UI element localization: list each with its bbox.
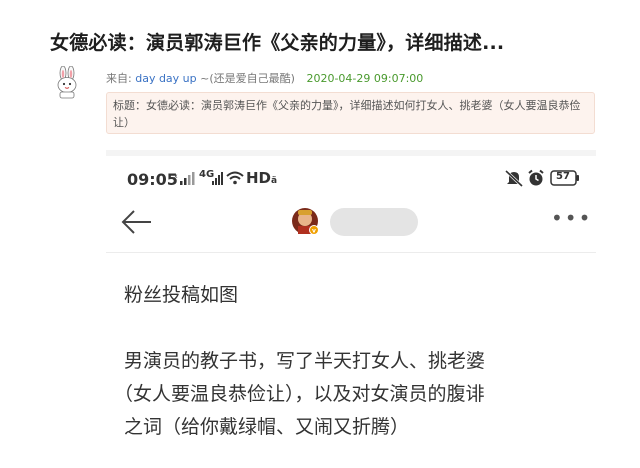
more-options-icon[interactable]: ••• bbox=[551, 206, 592, 230]
author-link[interactable]: day day up bbox=[135, 72, 196, 85]
message-line: 男演员的教子书，写了半天打女人、挑老婆 bbox=[124, 350, 486, 372]
phone-top-strip bbox=[106, 150, 596, 156]
author-note: ~(还是爱自己最酷) bbox=[200, 72, 295, 85]
back-arrow-icon[interactable] bbox=[118, 207, 154, 237]
alarm-icon bbox=[527, 169, 545, 187]
status-bar: 09:05 x 4G HDä 57 bbox=[106, 166, 596, 194]
blurred-contact-name bbox=[330, 208, 418, 236]
message-line: （女人要温良恭俭让），以及对女演员的腹诽 bbox=[114, 383, 485, 405]
signal-icon-2 bbox=[212, 172, 224, 186]
post-date: 2020-04-29 09:07:00 bbox=[306, 72, 424, 85]
mute-icon bbox=[504, 169, 524, 187]
svg-text:v: v bbox=[312, 228, 316, 235]
meta-prefix: 来自: bbox=[106, 72, 132, 85]
user-avatar[interactable] bbox=[52, 66, 82, 100]
signal-icon: x bbox=[174, 172, 196, 186]
chat-app-bar: v ••• bbox=[106, 202, 596, 246]
hd-text: HD bbox=[246, 169, 272, 187]
post-meta: 来自: day day up ~(还是爱自己最酷) 2020-04-29 09:… bbox=[106, 70, 423, 86]
message-line: 粉丝投稿如图 bbox=[124, 284, 239, 306]
contact-avatar[interactable]: v bbox=[290, 206, 320, 236]
post-title: 女德必读：演员郭涛巨作《父亲的力量》，详细描述... bbox=[50, 32, 505, 54]
message-line: 之词（给你戴绿帽、又闹又折腾） bbox=[124, 416, 410, 438]
message-paragraph: 男演员的教子书，写了半天打女人、挑老婆 （女人要温良恭俭让），以及对女演员的腹诽… bbox=[114, 345, 584, 444]
svg-text:x: x bbox=[174, 173, 178, 180]
divider bbox=[106, 252, 596, 253]
phone-screenshot: 09:05 x 4G HDä 57 v ••• 粉丝投稿如图 男演员的教子书，写… bbox=[106, 150, 596, 468]
status-time: 09:05 bbox=[127, 170, 178, 189]
subject-box: 标题：女德必读：演员郭涛巨作《父亲的力量》，详细描述如何打女人、挑老婆（女人要温… bbox=[106, 92, 595, 134]
hd-badge: ä bbox=[271, 176, 278, 186]
wifi-icon bbox=[226, 171, 244, 185]
hd-label: HDä bbox=[246, 169, 277, 187]
battery-level: 57 bbox=[556, 171, 570, 182]
